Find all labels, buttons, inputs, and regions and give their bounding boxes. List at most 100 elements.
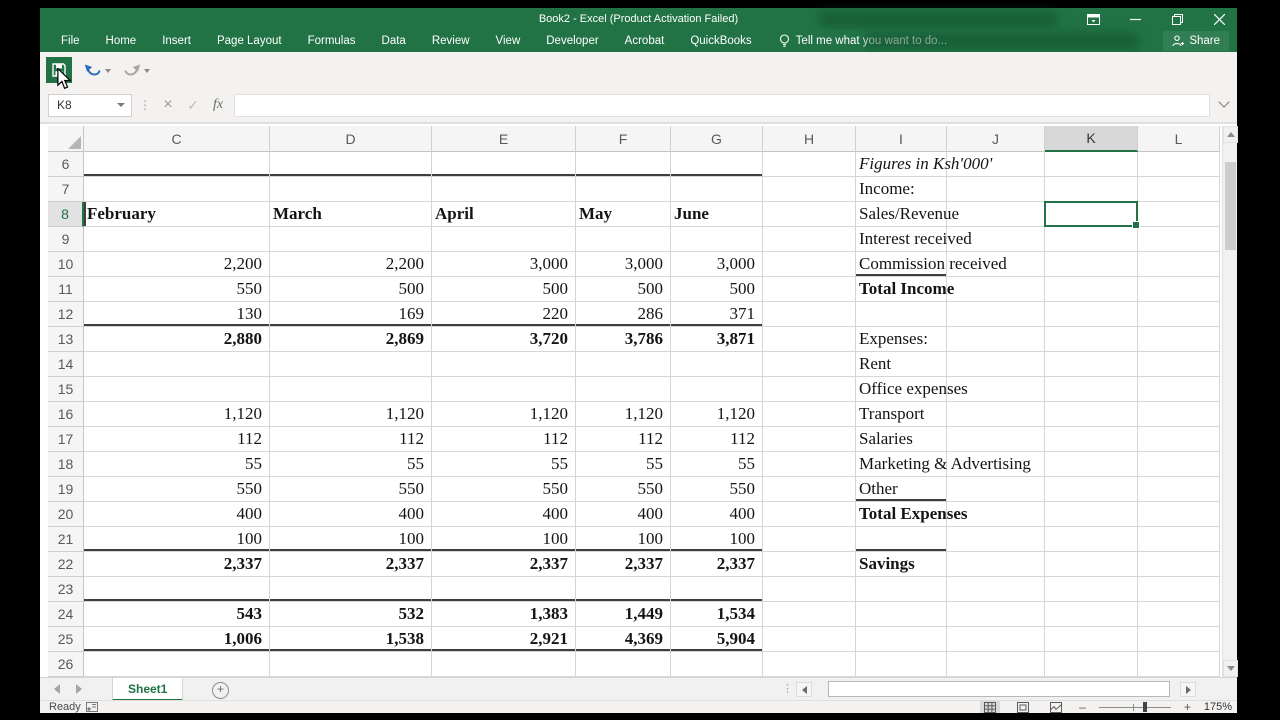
cell-D16[interactable]: 1,120 xyxy=(270,402,432,427)
row-header-24[interactable]: 24 xyxy=(48,602,84,627)
page-break-view-button[interactable] xyxy=(1046,701,1066,713)
cell-J11[interactable] xyxy=(947,277,1045,302)
cell-D6[interactable] xyxy=(270,152,432,177)
ribbon-tab-home[interactable]: Home xyxy=(93,30,150,52)
cell-H12[interactable] xyxy=(763,302,856,327)
cell-G24[interactable]: 1,534 xyxy=(671,602,763,627)
zoom-in-button[interactable]: + xyxy=(1184,701,1191,713)
cell-H24[interactable] xyxy=(763,602,856,627)
cancel-icon[interactable]: × xyxy=(159,96,177,114)
cell-E8[interactable]: April xyxy=(432,202,576,227)
cell-E9[interactable] xyxy=(432,227,576,252)
cell-H23[interactable] xyxy=(763,577,856,602)
cell-G19[interactable]: 550 xyxy=(671,477,763,502)
cell-C16[interactable]: 1,120 xyxy=(84,402,270,427)
worksheet-grid[interactable]: 6 Figures in Ksh'000' 7 Income: 8 February Mar… xyxy=(48,152,1220,677)
share-button[interactable]: Share xyxy=(1163,31,1229,51)
cell-I6[interactable]: Figures in Ksh'000' xyxy=(856,152,992,177)
cell-E21[interactable]: 100 xyxy=(432,527,576,552)
cell-K19[interactable] xyxy=(1045,477,1138,502)
hscroll-left-arrow[interactable] xyxy=(796,682,812,697)
cell-K17[interactable] xyxy=(1045,427,1138,452)
cell-G10[interactable]: 3,000 xyxy=(671,252,763,277)
select-all-button[interactable] xyxy=(48,126,84,152)
cell-E6[interactable] xyxy=(432,152,576,177)
cell-L12[interactable] xyxy=(1138,302,1220,327)
cell-E7[interactable] xyxy=(432,177,576,202)
cell-E25[interactable]: 2,921 xyxy=(432,627,576,652)
cell-F13[interactable]: 3,786 xyxy=(576,327,671,352)
column-header-I[interactable]: I xyxy=(856,126,947,152)
cell-L10[interactable] xyxy=(1138,252,1220,277)
cell-J7[interactable] xyxy=(947,177,1045,202)
cell-F14[interactable] xyxy=(576,352,671,377)
cell-C18[interactable]: 55 xyxy=(84,452,270,477)
cell-L18[interactable] xyxy=(1138,452,1220,477)
cell-E26[interactable] xyxy=(432,652,576,677)
cell-C8[interactable]: February xyxy=(84,202,270,227)
cell-E15[interactable] xyxy=(432,377,576,402)
cell-I26[interactable] xyxy=(856,652,947,677)
cell-F15[interactable] xyxy=(576,377,671,402)
fill-handle[interactable] xyxy=(1132,221,1140,229)
column-header-J[interactable]: J xyxy=(947,126,1045,152)
cell-H14[interactable] xyxy=(763,352,856,377)
cell-G20[interactable]: 400 xyxy=(671,502,763,527)
row-header-25[interactable]: 25 xyxy=(48,627,84,652)
scrollbar-resize-handle[interactable]: ⋮ xyxy=(782,682,793,695)
column-header-F[interactable]: F xyxy=(576,126,671,152)
cell-I18[interactable]: Marketing & Advertising xyxy=(856,452,1031,477)
cell-L24[interactable] xyxy=(1138,602,1220,627)
cell-G12[interactable]: 371 xyxy=(671,302,763,327)
cell-G18[interactable]: 55 xyxy=(671,452,763,477)
cell-D23[interactable] xyxy=(270,577,432,602)
cell-K9[interactable] xyxy=(1045,227,1138,252)
cell-J23[interactable] xyxy=(947,577,1045,602)
row-header-16[interactable]: 16 xyxy=(48,402,84,427)
cell-D22[interactable]: 2,337 xyxy=(270,552,432,577)
cell-E14[interactable] xyxy=(432,352,576,377)
cell-E13[interactable]: 3,720 xyxy=(432,327,576,352)
cell-J21[interactable] xyxy=(947,527,1045,552)
cell-K21[interactable] xyxy=(1045,527,1138,552)
cell-J16[interactable] xyxy=(947,402,1045,427)
cell-I11[interactable]: Total Income xyxy=(856,277,954,302)
cell-E10[interactable]: 3,000 xyxy=(432,252,576,277)
cell-G8[interactable]: June xyxy=(671,202,763,227)
cell-K25[interactable] xyxy=(1045,627,1138,652)
cell-F18[interactable]: 55 xyxy=(576,452,671,477)
sheet-tab-sheet1[interactable]: Sheet1 xyxy=(112,678,184,701)
cell-I24[interactable] xyxy=(856,602,947,627)
cell-C21[interactable]: 100 xyxy=(84,527,270,552)
cell-L23[interactable] xyxy=(1138,577,1220,602)
ribbon-tab-acrobat[interactable]: Acrobat xyxy=(612,30,678,52)
normal-view-button[interactable] xyxy=(980,701,1001,713)
cell-D25[interactable]: 1,538 xyxy=(270,627,432,652)
macro-record-icon[interactable] xyxy=(86,702,98,715)
cell-G6[interactable] xyxy=(671,152,763,177)
horizontal-scroll-thumb[interactable] xyxy=(828,681,1170,697)
cell-H6[interactable] xyxy=(763,152,856,177)
scroll-down-arrow[interactable] xyxy=(1223,660,1238,677)
cell-K16[interactable] xyxy=(1045,402,1138,427)
cell-F17[interactable]: 112 xyxy=(576,427,671,452)
restore-button[interactable] xyxy=(1169,11,1185,27)
ribbon-display-options-icon[interactable] xyxy=(1085,11,1101,27)
ribbon-tab-review[interactable]: Review xyxy=(419,30,483,52)
formula-input[interactable] xyxy=(234,93,1210,117)
cell-D13[interactable]: 2,869 xyxy=(270,327,432,352)
column-header-G[interactable]: G xyxy=(671,126,763,152)
cell-K10[interactable] xyxy=(1045,252,1138,277)
zoom-out-button[interactable]: – xyxy=(1079,701,1086,713)
sheet-nav-left-icon[interactable] xyxy=(54,684,60,694)
cell-L13[interactable] xyxy=(1138,327,1220,352)
cell-H7[interactable] xyxy=(763,177,856,202)
row-header-18[interactable]: 18 xyxy=(48,452,84,477)
cell-H17[interactable] xyxy=(763,427,856,452)
cell-C9[interactable] xyxy=(84,227,270,252)
selected-cell-outline[interactable] xyxy=(1044,201,1140,229)
redo-dropdown-caret[interactable] xyxy=(144,68,150,73)
row-header-9[interactable]: 9 xyxy=(48,227,84,252)
hscroll-right-arrow[interactable] xyxy=(1180,682,1196,697)
cell-F16[interactable]: 1,120 xyxy=(576,402,671,427)
